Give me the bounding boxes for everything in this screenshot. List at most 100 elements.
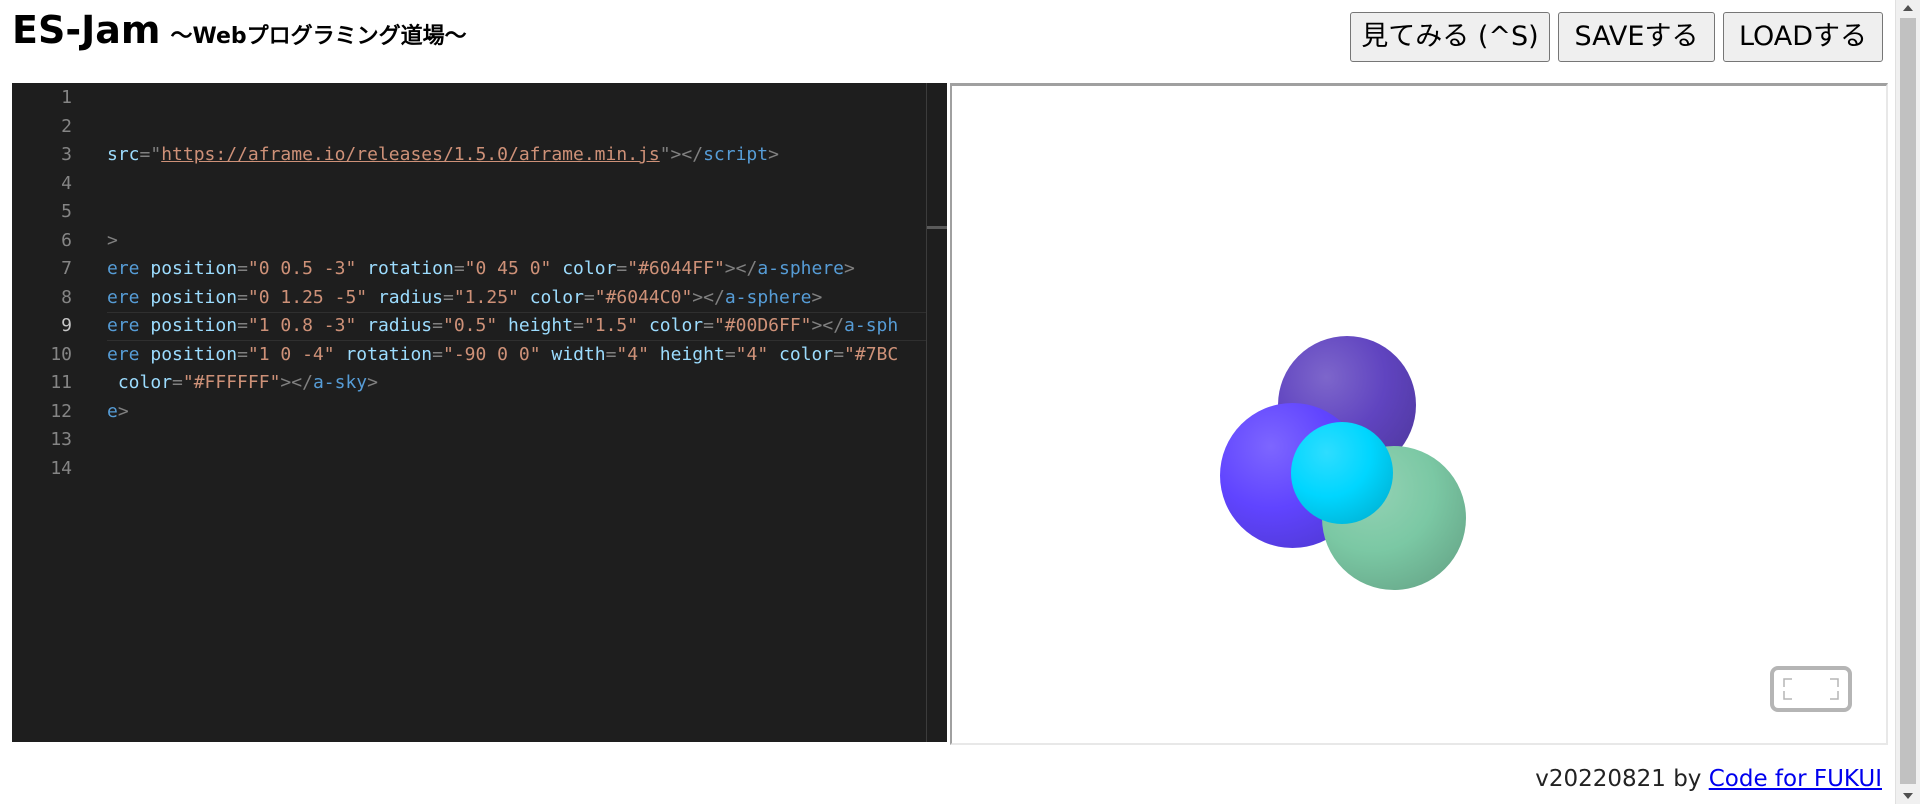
code-token: = [237, 315, 248, 336]
code-token: ere [107, 315, 151, 336]
scrollbar-thumb[interactable] [1900, 18, 1916, 784]
code-token: e [107, 400, 118, 422]
view-button[interactable]: 見てみる (^S) [1350, 12, 1550, 62]
code-token: "1 0.8 -3" [247, 315, 357, 336]
code-token: = [453, 258, 465, 279]
header: ES-Jam ～Webプログラミング道場～ 見てみる (^S) SAVEする LO… [0, 0, 1896, 80]
code-token: > [768, 144, 779, 165]
code-token: = [237, 343, 248, 365]
code-token: position [150, 315, 238, 336]
code-token: position [150, 258, 238, 279]
line-number: 6 [61, 229, 72, 251]
code-token: rotation [345, 343, 433, 365]
code-token: "0 45 0" [464, 258, 552, 279]
line-number: 5 [61, 201, 72, 222]
code-token: = [237, 286, 248, 308]
line-number: 7 [61, 258, 72, 279]
code-token: "4" [735, 343, 769, 365]
code-token: "#6044C0" [594, 286, 693, 308]
code-token: "0 1.25 -5" [247, 286, 368, 308]
code-line: ere position="1 0.8 -3" radius="0.5" hei… [107, 312, 898, 341]
code-line: > [107, 227, 118, 256]
code-line: ere position="0 1.25 -5" radius="1.25" c… [107, 284, 822, 313]
fullscreen-button[interactable] [1770, 666, 1852, 712]
code-token: ></ [811, 315, 845, 336]
code-token: a-sphere [757, 258, 845, 279]
code-token: width [551, 343, 606, 365]
line-number: 8 [61, 286, 72, 308]
scroll-down-arrow-icon[interactable] [1903, 793, 1913, 799]
line-number: 10 [50, 343, 72, 365]
code-token: " [659, 144, 671, 165]
code-token: = [833, 343, 845, 365]
code-token: = [703, 315, 714, 336]
code-token: > [117, 400, 129, 422]
version-text: v20220821 by [1535, 766, 1709, 792]
code-area[interactable]: src="https://aframe.io/releases/1.5.0/af… [107, 83, 927, 742]
code-token: = [573, 315, 584, 336]
code-token: position [150, 343, 238, 365]
footer: v20220821 by Code for FUKUI [1535, 766, 1882, 792]
code-token: ></ [692, 286, 725, 308]
code-token: > [844, 258, 855, 279]
editor-scrollbar[interactable] [926, 83, 947, 742]
line-number: 4 [61, 172, 72, 194]
code-token: a-sph [844, 315, 899, 336]
code-token: > [367, 372, 378, 393]
line-number: 13 [50, 429, 72, 450]
code-token: ere [107, 286, 151, 308]
code-token: "#FFFFFF" [182, 372, 281, 393]
code-token: "1.25" [453, 286, 519, 308]
code-token: ere [107, 343, 151, 365]
code-token: "0.5" [443, 315, 498, 336]
code-token: height [659, 343, 725, 365]
code-token: = [432, 343, 443, 365]
preview-pane[interactable] [950, 83, 1888, 745]
code-token: = [616, 258, 628, 279]
scroll-up-arrow-icon[interactable] [1903, 5, 1913, 11]
code-token: color [779, 343, 834, 365]
code-token: height [508, 315, 574, 336]
code-token: "#00D6FF" [713, 315, 812, 336]
load-button[interactable]: LOADする [1723, 12, 1883, 62]
code-token: color [117, 372, 173, 393]
code-token: "#6044FF" [627, 258, 725, 279]
save-button[interactable]: SAVEする [1558, 12, 1715, 62]
line-number: 1 [61, 87, 72, 108]
cyan-small-sphere [1291, 422, 1393, 524]
code-token: =" [139, 144, 162, 165]
code-token: a-sphere [724, 286, 812, 308]
code-token: = [237, 258, 248, 279]
code-token: "#7BC [844, 343, 899, 365]
line-number: 9 [61, 315, 72, 336]
title-text: ES-Jam [12, 8, 161, 52]
code-editor[interactable]: 1 2 3 4 5 6 7 8 9 10 11 12 13 14 src="https://aframe.… [12, 83, 947, 742]
fullscreen-icon [1782, 677, 1840, 701]
code-token: color [529, 286, 584, 308]
code-token: ere [107, 258, 151, 279]
code-line: ere position="0 0.5 -3" rotation="0 45 0… [107, 255, 855, 284]
code-token: position [150, 286, 238, 308]
page-scrollbar[interactable] [1895, 0, 1920, 804]
line-number-gutter: 1 2 3 4 5 6 7 8 9 10 11 12 13 14 [12, 83, 74, 742]
code-token: = [605, 343, 617, 365]
code-token: "4" [616, 343, 649, 365]
code-for-fukui-link[interactable]: Code for FUKUI [1709, 766, 1882, 792]
code-token: https://aframe.io/releases/1.5.0/aframe.… [161, 144, 660, 165]
code-line: e> [107, 398, 129, 427]
code-token: a-sky [312, 372, 368, 393]
code-token: src [107, 144, 140, 165]
subtitle: ～Webプログラミング道場～ [170, 24, 467, 49]
line-number: 12 [50, 400, 72, 422]
code-token: ></ [280, 372, 313, 393]
